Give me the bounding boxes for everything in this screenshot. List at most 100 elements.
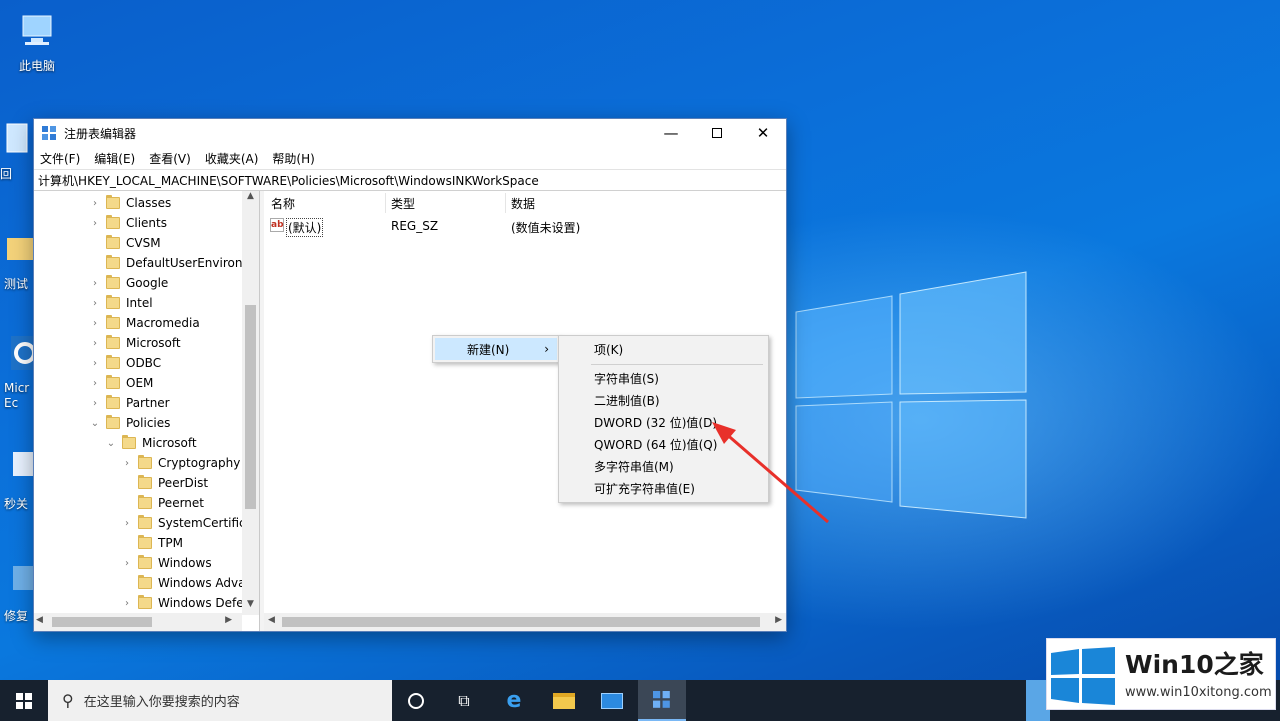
scroll-up-icon[interactable]: ▲ (242, 191, 259, 207)
tree-vertical-scrollbar[interactable]: ▲ ▼ (242, 191, 259, 615)
cortana-button[interactable] (392, 680, 440, 721)
taskbar-search[interactable]: ⚲ 在这里输入你要搜索的内容 (48, 680, 392, 721)
regedit-app-icon (42, 125, 56, 140)
list-item[interactable]: ab (默认) REG_SZ (数值未设置) (270, 217, 730, 237)
edge-icon: e (506, 688, 522, 713)
menu-item-new[interactable]: 新建(N) › (435, 338, 557, 360)
chevron-down-icon[interactable]: ⌄ (88, 418, 102, 429)
chevron-down-icon[interactable]: ⌄ (104, 438, 118, 449)
brand-name: Win10之家 (1125, 650, 1264, 679)
taskbar-edge[interactable]: e (490, 680, 538, 721)
scroll-thumb[interactable] (52, 617, 152, 627)
folder-icon (138, 575, 152, 589)
column-header-name[interactable]: 名称 (271, 195, 295, 213)
value-type: REG_SZ (391, 219, 439, 233)
tree-item-label: Clients (126, 216, 167, 230)
close-button[interactable]: ✕ (740, 119, 786, 147)
folder-icon (106, 315, 120, 329)
chevron-right-icon[interactable]: › (88, 358, 102, 369)
brand-watermark: Win10之家 www.win10xitong.com (1046, 638, 1276, 710)
title-bar[interactable]: 注册表编辑器 — ✕ (34, 119, 786, 147)
tree-item-label: SystemCertifica (158, 516, 253, 530)
tree-item[interactable]: › Macromedia (88, 313, 200, 333)
minimize-button[interactable]: — (648, 119, 694, 147)
scroll-right-icon[interactable]: ▶ (225, 615, 232, 625)
chevron-right-icon[interactable]: › (120, 598, 134, 609)
menu-item-label: 新建(N) (467, 342, 510, 357)
folder-icon (106, 235, 120, 249)
list-horizontal-scrollbar[interactable]: ◀ ▶ (264, 613, 786, 631)
menu-item-string[interactable]: 字符串值(S) (561, 367, 766, 389)
tree-horizontal-scrollbar[interactable]: ◀ ▶ (34, 613, 242, 631)
tree-item[interactable]: ⌄ Microsoft (104, 433, 197, 453)
scroll-down-icon[interactable]: ▼ (242, 599, 259, 615)
search-icon: ⚲ (62, 691, 74, 710)
tree-item[interactable]: › Intel (88, 293, 153, 313)
taskbar-regedit[interactable] (638, 680, 686, 721)
chevron-right-icon[interactable]: › (88, 218, 102, 229)
menu-item-key[interactable]: 项(K) (561, 338, 766, 360)
tree-item[interactable]: › Microsoft (88, 333, 181, 353)
scroll-right-icon[interactable]: ▶ (775, 615, 782, 625)
chevron-right-icon[interactable]: › (88, 318, 102, 329)
close-icon: ✕ (756, 124, 770, 142)
column-divider[interactable] (505, 193, 506, 213)
menu-edit[interactable]: 编辑(E) (94, 150, 135, 167)
tree-item[interactable]: ⌄ Policies (88, 413, 170, 433)
chevron-right-icon[interactable]: › (120, 518, 134, 529)
scroll-left-icon[interactable]: ◀ (268, 615, 275, 625)
tree-item[interactable]: › Clients (88, 213, 167, 233)
chevron-right-icon[interactable]: › (88, 338, 102, 349)
task-view-button[interactable]: ⧉ (440, 680, 488, 721)
column-divider[interactable] (385, 193, 386, 213)
tree-item[interactable]: › Cryptography (120, 453, 240, 473)
menu-help[interactable]: 帮助(H) (272, 150, 314, 167)
scroll-left-icon[interactable]: ◀ (36, 615, 43, 625)
tree-item[interactable]: › Google (88, 273, 168, 293)
column-header-data[interactable]: 数据 (511, 195, 535, 213)
taskbar-mail[interactable] (588, 680, 636, 721)
chevron-right-icon[interactable]: › (88, 278, 102, 289)
tree-item-label: Intel (126, 296, 153, 310)
menu-item-label: 二进制值(B) (594, 393, 660, 408)
value-name: (默认) (286, 218, 324, 237)
menu-item-binary[interactable]: 二进制值(B) (561, 389, 766, 411)
maximize-button[interactable] (694, 119, 740, 147)
taskbar-file-explorer[interactable] (540, 680, 588, 721)
chevron-right-icon[interactable]: › (120, 458, 134, 469)
chevron-right-icon[interactable]: › (88, 398, 102, 409)
tree-item[interactable]: › Windows Defe (120, 593, 244, 613)
column-header-type[interactable]: 类型 (391, 195, 415, 213)
desktop-icon-this-pc[interactable]: 此电脑 (2, 10, 72, 74)
key-tree[interactable]: › Classes › Clients CVSM DefaultUserEnvironm ›… (34, 191, 260, 631)
address-bar[interactable]: 计算机\HKEY_LOCAL_MACHINE\SOFTWARE\Policies… (34, 169, 786, 191)
tree-item-label: Microsoft (142, 436, 197, 450)
tree-item[interactable]: › SystemCertifica (120, 513, 253, 533)
tree-item[interactable]: DefaultUserEnvironm (88, 253, 254, 273)
scroll-thumb[interactable] (282, 617, 760, 627)
tree-item[interactable]: PeerDist (120, 473, 208, 493)
menu-file[interactable]: 文件(F) (40, 150, 80, 167)
tree-item[interactable]: › OEM (88, 373, 153, 393)
chevron-right-icon[interactable]: › (88, 298, 102, 309)
folder-icon (138, 455, 152, 469)
menu-view[interactable]: 查看(V) (149, 150, 191, 167)
menu-favorites[interactable]: 收藏夹(A) (205, 150, 259, 167)
cortana-icon (408, 692, 424, 709)
tree-item[interactable]: Peernet (120, 493, 204, 513)
tree-item[interactable]: TPM (120, 533, 183, 553)
tree-item[interactable]: › Partner (88, 393, 170, 413)
chevron-right-icon[interactable]: › (88, 198, 102, 209)
chevron-right-icon[interactable]: › (120, 558, 134, 569)
tree-item-label: Peernet (158, 496, 204, 510)
tree-item-label: Google (126, 276, 169, 290)
start-button[interactable] (0, 680, 48, 721)
folder-icon (106, 275, 120, 289)
scroll-thumb[interactable] (245, 305, 256, 509)
tree-item[interactable]: › ODBC (88, 353, 161, 373)
tree-item[interactable]: › Classes (88, 193, 171, 213)
tree-item[interactable]: Windows Adva (120, 573, 245, 593)
tree-item[interactable]: CVSM (88, 233, 161, 253)
tree-item[interactable]: › Windows (120, 553, 212, 573)
chevron-right-icon[interactable]: › (88, 378, 102, 389)
